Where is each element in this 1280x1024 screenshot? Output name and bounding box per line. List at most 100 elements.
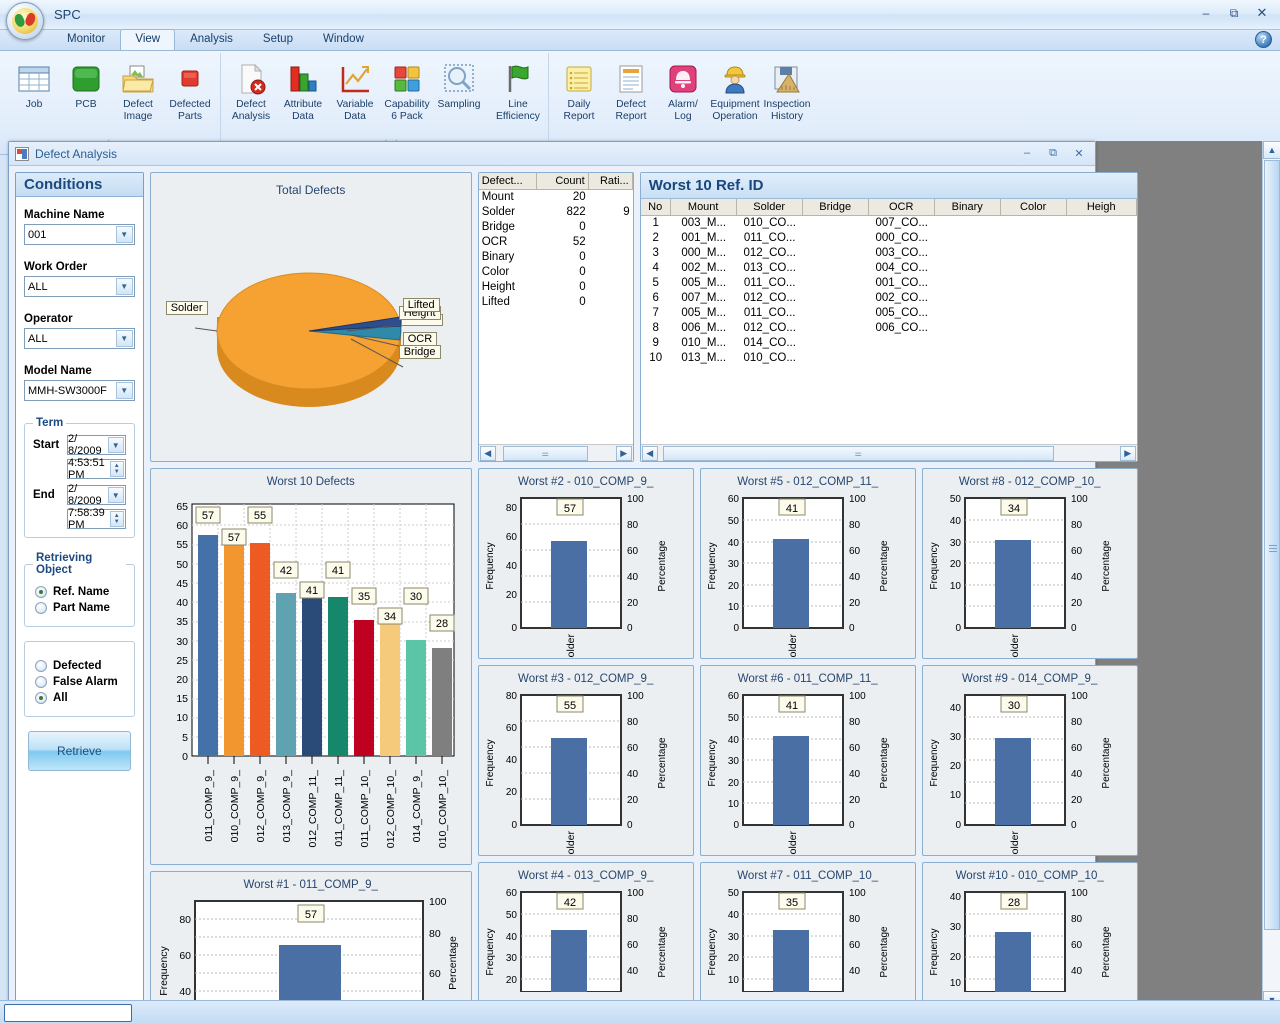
scroll-right-icon[interactable]: ▶ (1119, 445, 1136, 461)
table-row[interactable]: Bridge 0 (479, 220, 633, 235)
col-ocr[interactable]: OCR (869, 199, 935, 215)
tab-view[interactable]: View (120, 29, 176, 50)
col-no[interactable]: No (641, 199, 671, 215)
mdi-restore-icon[interactable]: ⧉ (1043, 144, 1063, 162)
table-row[interactable]: Height 0 (479, 280, 633, 295)
col-mount[interactable]: Mount (671, 199, 737, 215)
mdi-vertical-scrollbar[interactable]: ▲ ▼ (1262, 141, 1280, 1009)
restore-icon[interactable]: ⧉ (1222, 4, 1246, 21)
table-row[interactable]: Binary 0 (479, 250, 633, 265)
table-row[interactable]: 3 000_M... 012_CO... 003_CO... (641, 246, 1137, 261)
radio-false-alarm[interactable]: False Alarm (35, 676, 126, 688)
end-date-input[interactable]: 2/ 8/2009 ▼ (67, 483, 126, 507)
col-count[interactable]: Count (537, 173, 589, 189)
hscroll-track[interactable]: ⚌ (496, 445, 615, 461)
ribbon-group-report: Daily Report Defect Report Alarm/ Log Eq… (549, 53, 817, 153)
table-row[interactable]: 4 002_M... 013_CO... 004_CO... (641, 261, 1137, 276)
table-row[interactable]: Lifted 0 (479, 295, 633, 310)
col-ratio[interactable]: Rati... (589, 173, 633, 189)
table-row[interactable]: OCR 52 (479, 235, 633, 250)
worst-ref-hscrollbar[interactable]: ◀ ⚌ ▶ (640, 444, 1137, 461)
ribbon-button-defect-image[interactable]: Defect Image (112, 57, 164, 124)
close-icon[interactable]: ✕ (1250, 4, 1274, 21)
radio-all[interactable]: All (35, 692, 126, 704)
start-time-input[interactable]: 4:53:51 PM ▲ ▼ (67, 457, 126, 481)
table-row[interactable]: 8 006_M... 012_CO... 006_CO... (641, 321, 1137, 336)
scroll-left-icon[interactable]: ◀ (641, 445, 658, 461)
ribbon-group-view: Job PCB Defect Image Defected Parts (4, 53, 221, 153)
radio-defected[interactable]: Defected (35, 660, 126, 672)
tab-analysis[interactable]: Analysis (175, 29, 248, 50)
spinner-icon[interactable]: ▲ ▼ (109, 511, 124, 527)
spinner-icon[interactable]: ▲ ▼ (109, 461, 124, 477)
tab-setup[interactable]: Setup (248, 29, 308, 50)
chevron-down-icon[interactable]: ▼ (115, 278, 133, 295)
svg-text:60: 60 (728, 691, 740, 702)
ribbon-button-pcb[interactable]: PCB (60, 57, 112, 113)
mdi-minimize-icon[interactable]: – (1017, 144, 1037, 162)
start-date-input[interactable]: 2/ 8/2009 ▼ (67, 433, 126, 457)
hscroll-track[interactable]: ⚌ (658, 445, 1119, 461)
col-solder[interactable]: Solder (737, 199, 803, 215)
ribbon-button-alarm-log[interactable]: Alarm/ Log (657, 57, 709, 124)
cell-bridge (803, 246, 869, 261)
machine-name-select[interactable]: 001 ▼ (24, 224, 135, 245)
chevron-down-icon[interactable]: ▼ (115, 382, 133, 399)
chevron-down-icon[interactable]: ▼ (107, 437, 124, 453)
defect-table-hscrollbar[interactable]: ◀ ⚌ ▶ (478, 444, 633, 461)
ribbon-button-defect-report[interactable]: Defect Report (605, 57, 657, 124)
ribbon-button-defected-parts[interactable]: Defected Parts (164, 57, 216, 124)
radio-ref-name[interactable]: Ref. Name (35, 586, 126, 598)
mdi-close-icon[interactable]: ✕ (1069, 144, 1089, 162)
scroll-right-icon[interactable]: ▶ (615, 445, 632, 461)
table-row[interactable]: Color 0 (479, 265, 633, 280)
minimize-icon[interactable]: – (1194, 4, 1218, 21)
defect-count-table[interactable]: Defect... Count Rati... Mount 20 Solder … (477, 172, 634, 462)
col-bridge[interactable]: Bridge (803, 199, 869, 215)
ribbon-button-inspection-history[interactable]: Inspection History (761, 57, 813, 124)
table-row[interactable]: 1 003_M... 010_CO... 007_CO... (641, 216, 1137, 231)
col-height[interactable]: Heigh (1067, 199, 1137, 215)
work-order-select[interactable]: ALL ▼ (24, 276, 135, 297)
ribbon-button-variable-data[interactable]: Variable Data (329, 57, 381, 124)
table-row[interactable]: 2 001_M... 011_CO... 000_CO... (641, 231, 1137, 246)
chevron-down-icon[interactable]: ▼ (107, 487, 124, 503)
chevron-down-icon[interactable]: ▼ (115, 330, 133, 347)
table-row[interactable]: 10 013_M... 010_CO... (641, 351, 1137, 366)
ribbon-button-line-efficiency[interactable]: Line Efficiency (492, 57, 544, 124)
svg-text:10: 10 (950, 978, 962, 989)
hscroll-thumb[interactable]: ⚌ (662, 445, 1054, 461)
table-row[interactable]: Mount 20 (479, 190, 633, 205)
ribbon-button-equipment-operation[interactable]: Equipment Operation (709, 57, 761, 124)
radio-part-name[interactable]: Part Name (35, 602, 126, 614)
tab-monitor[interactable]: Monitor (52, 29, 120, 50)
scroll-up-icon[interactable]: ▲ (1263, 141, 1280, 159)
scrollbar-thumb[interactable] (1264, 160, 1280, 930)
col-defect[interactable]: Defect... (479, 173, 537, 189)
chevron-down-icon[interactable]: ▼ (115, 226, 133, 243)
ribbon-button-job[interactable]: Job (8, 57, 60, 113)
table-row[interactable]: 5 005_M... 011_CO... 001_CO... (641, 276, 1137, 291)
ribbon-button-defect-analysis[interactable]: Defect Analysis (225, 57, 277, 124)
retrieve-button[interactable]: Retrieve (28, 731, 131, 771)
col-binary[interactable]: Binary (935, 199, 1001, 215)
model-name-select[interactable]: MMH-SW3000F ▼ (24, 380, 135, 401)
tab-window[interactable]: Window (308, 29, 379, 50)
table-row[interactable]: Solder 822 9 (479, 205, 633, 220)
help-icon[interactable]: ? (1255, 31, 1272, 48)
hscroll-thumb[interactable]: ⚌ (502, 445, 588, 461)
ribbon-button-daily-report[interactable]: Daily Report (553, 57, 605, 124)
svg-text:57: 57 (228, 532, 240, 544)
table-row[interactable]: 7 005_M... 011_CO... 005_CO... (641, 306, 1137, 321)
ribbon-button-capability-6-pack[interactable]: Capability 6 Pack (381, 57, 433, 124)
end-time-input[interactable]: 7:58:39 PM ▲ ▼ (67, 507, 126, 531)
ribbon-button-attribute-data[interactable]: Attribute Data (277, 57, 329, 124)
application-menu-orb[interactable] (6, 2, 44, 40)
svg-text:Percentage: Percentage (1101, 540, 1112, 592)
col-color[interactable]: Color (1001, 199, 1067, 215)
table-row[interactable]: 6 007_M... 012_CO... 002_CO... (641, 291, 1137, 306)
operator-select[interactable]: ALL ▼ (24, 328, 135, 349)
table-row[interactable]: 9 010_M... 014_CO... (641, 336, 1137, 351)
ribbon-button-sampling[interactable]: Sampling (433, 57, 485, 113)
scroll-left-icon[interactable]: ◀ (479, 445, 496, 461)
